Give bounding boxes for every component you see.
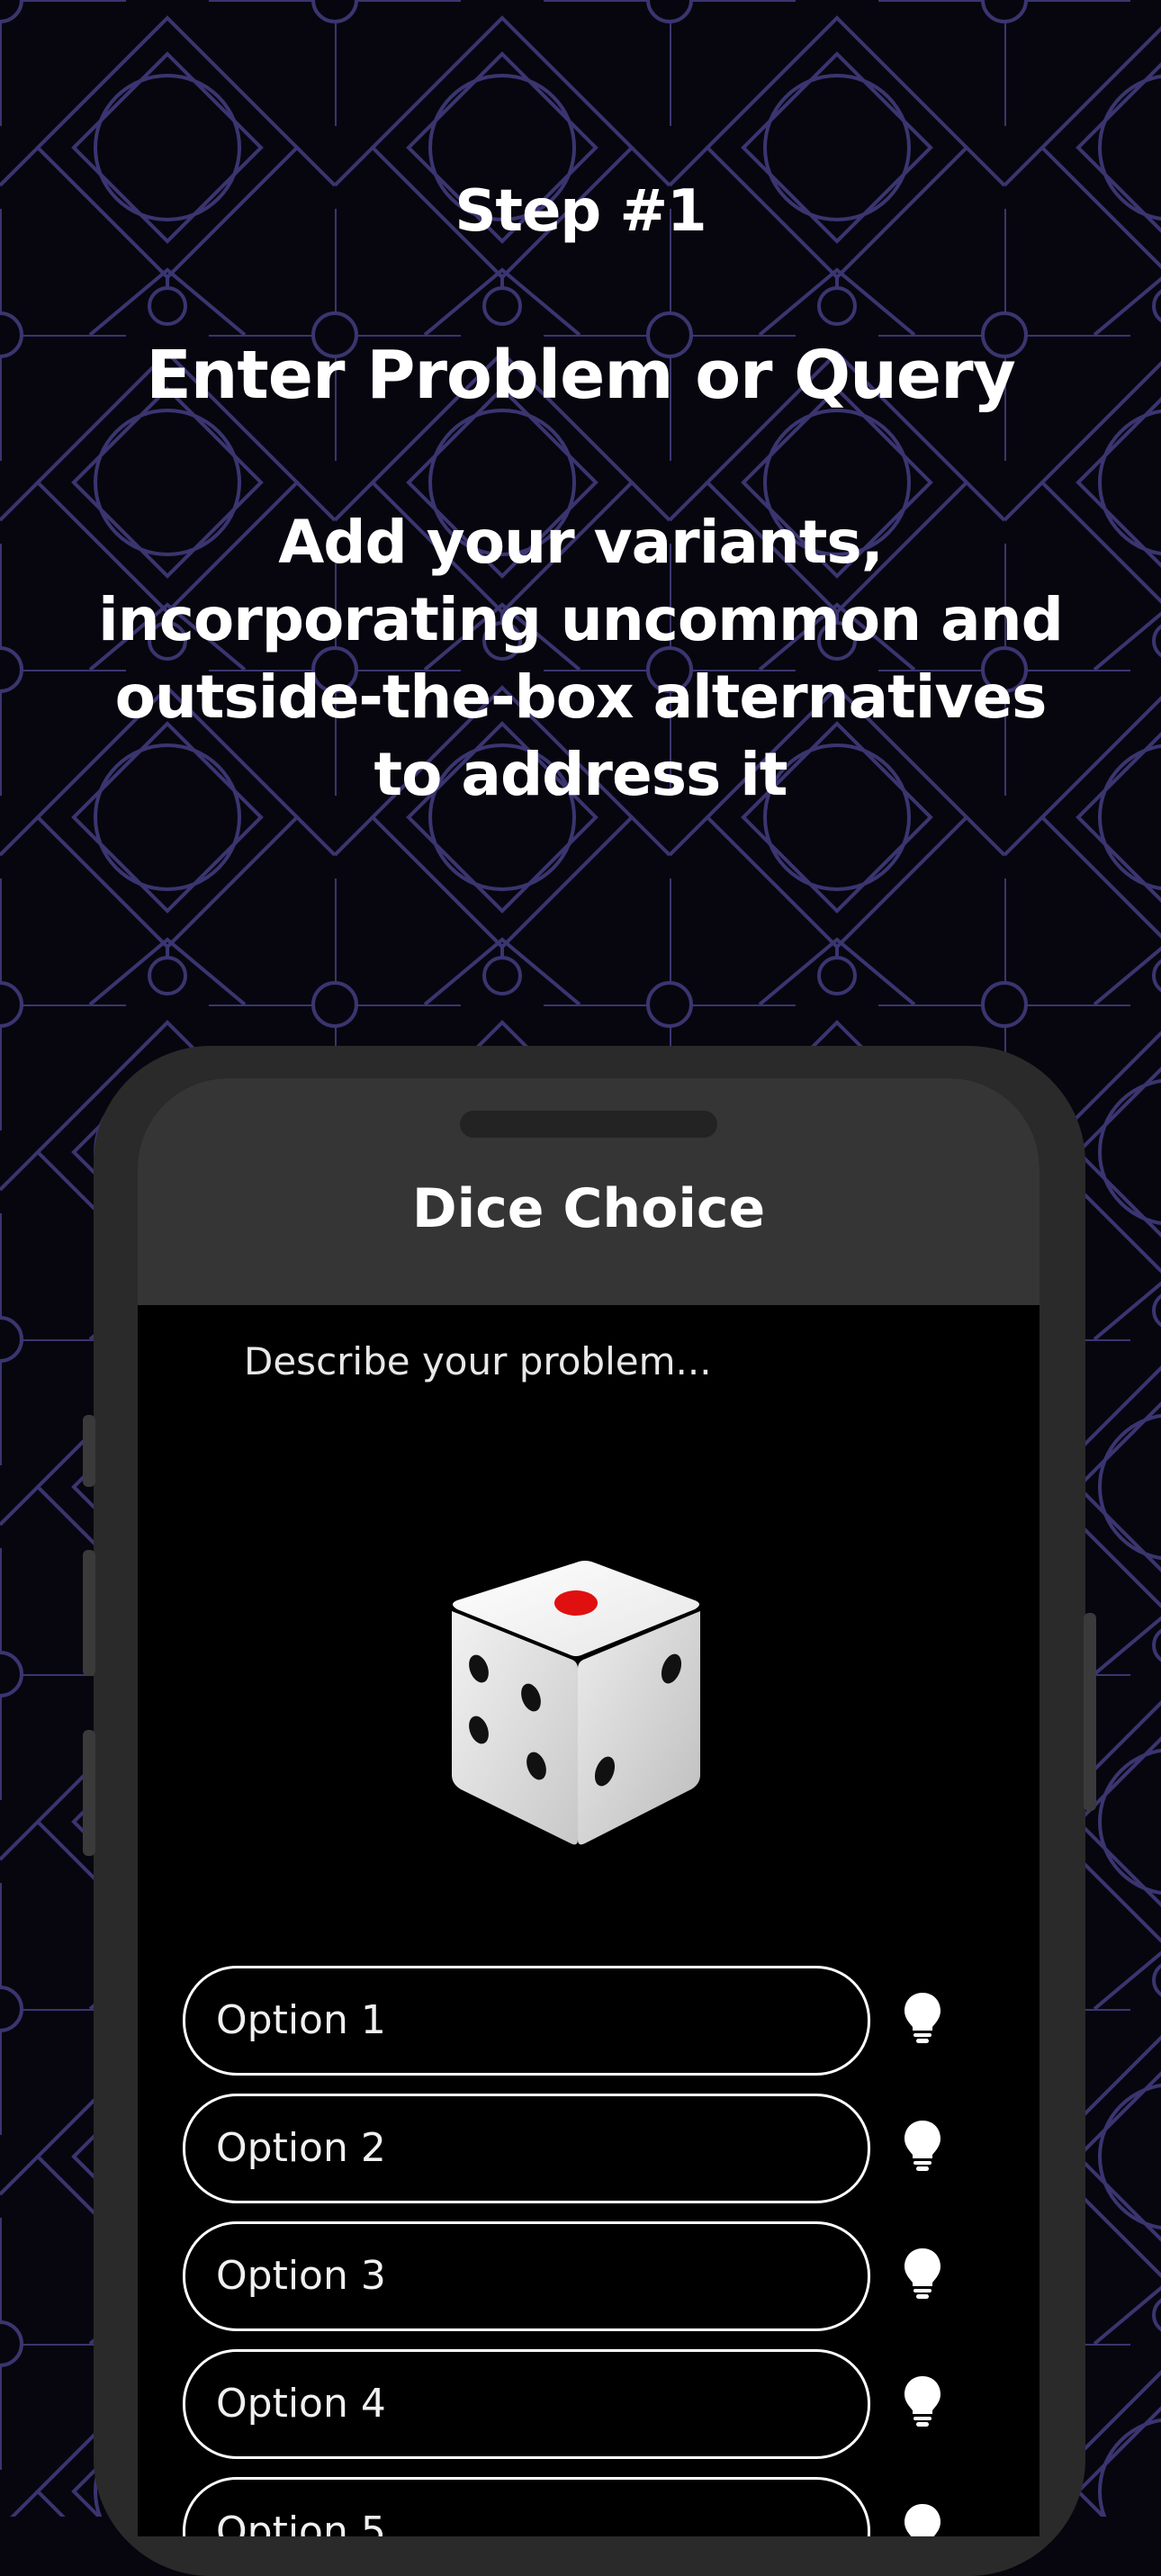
- navigation-bar: Dice Choice: [138, 1078, 1040, 1305]
- option-label-4: Option 4: [216, 2381, 386, 2427]
- option-row-2: Option 2: [183, 2094, 993, 2203]
- option-label-5: Option 5: [216, 2508, 386, 2536]
- promo-subtitle: Add your variants, incorporating uncommo…: [98, 508, 1064, 809]
- option-input-3[interactable]: Option 3: [183, 2221, 870, 2331]
- option-label-1: Option 1: [216, 1997, 386, 2043]
- option-row-5: Option 5: [183, 2477, 993, 2536]
- phone-volume-down-button: [83, 1730, 95, 1856]
- phone-screen: Dice Choice Describe your problem... Opt…: [138, 1078, 1040, 2536]
- phone-side-button: [83, 1415, 95, 1487]
- step-heading: Step #1: [454, 178, 706, 245]
- lightbulb-icon[interactable]: [903, 2247, 942, 2301]
- option-input-5[interactable]: Option 5: [183, 2477, 870, 2536]
- option-row-1: Option 1: [183, 1966, 993, 2076]
- lightbulb-icon[interactable]: [903, 2374, 942, 2428]
- phone-power-button: [1084, 1613, 1096, 1811]
- option-row-3: Option 3: [183, 2221, 993, 2331]
- option-label-2: Option 2: [216, 2125, 386, 2171]
- phone-notch: [460, 1111, 717, 1138]
- option-label-3: Option 3: [216, 2253, 386, 2299]
- problem-input[interactable]: Describe your problem...: [244, 1339, 946, 1383]
- lightbulb-icon[interactable]: [903, 2119, 942, 2173]
- lightbulb-icon[interactable]: [903, 2502, 942, 2536]
- option-input-2[interactable]: Option 2: [183, 2094, 870, 2203]
- lightbulb-icon[interactable]: [903, 1991, 942, 2045]
- app-title: Dice Choice: [411, 1177, 766, 1240]
- phone-volume-up-button: [83, 1550, 95, 1676]
- option-input-4[interactable]: Option 4: [183, 2349, 870, 2459]
- promo-title: Enter Problem or Query: [146, 337, 1016, 414]
- option-input-1[interactable]: Option 1: [183, 1966, 870, 2076]
- option-row-4: Option 4: [183, 2349, 993, 2459]
- dice-icon[interactable]: [441, 1554, 711, 1851]
